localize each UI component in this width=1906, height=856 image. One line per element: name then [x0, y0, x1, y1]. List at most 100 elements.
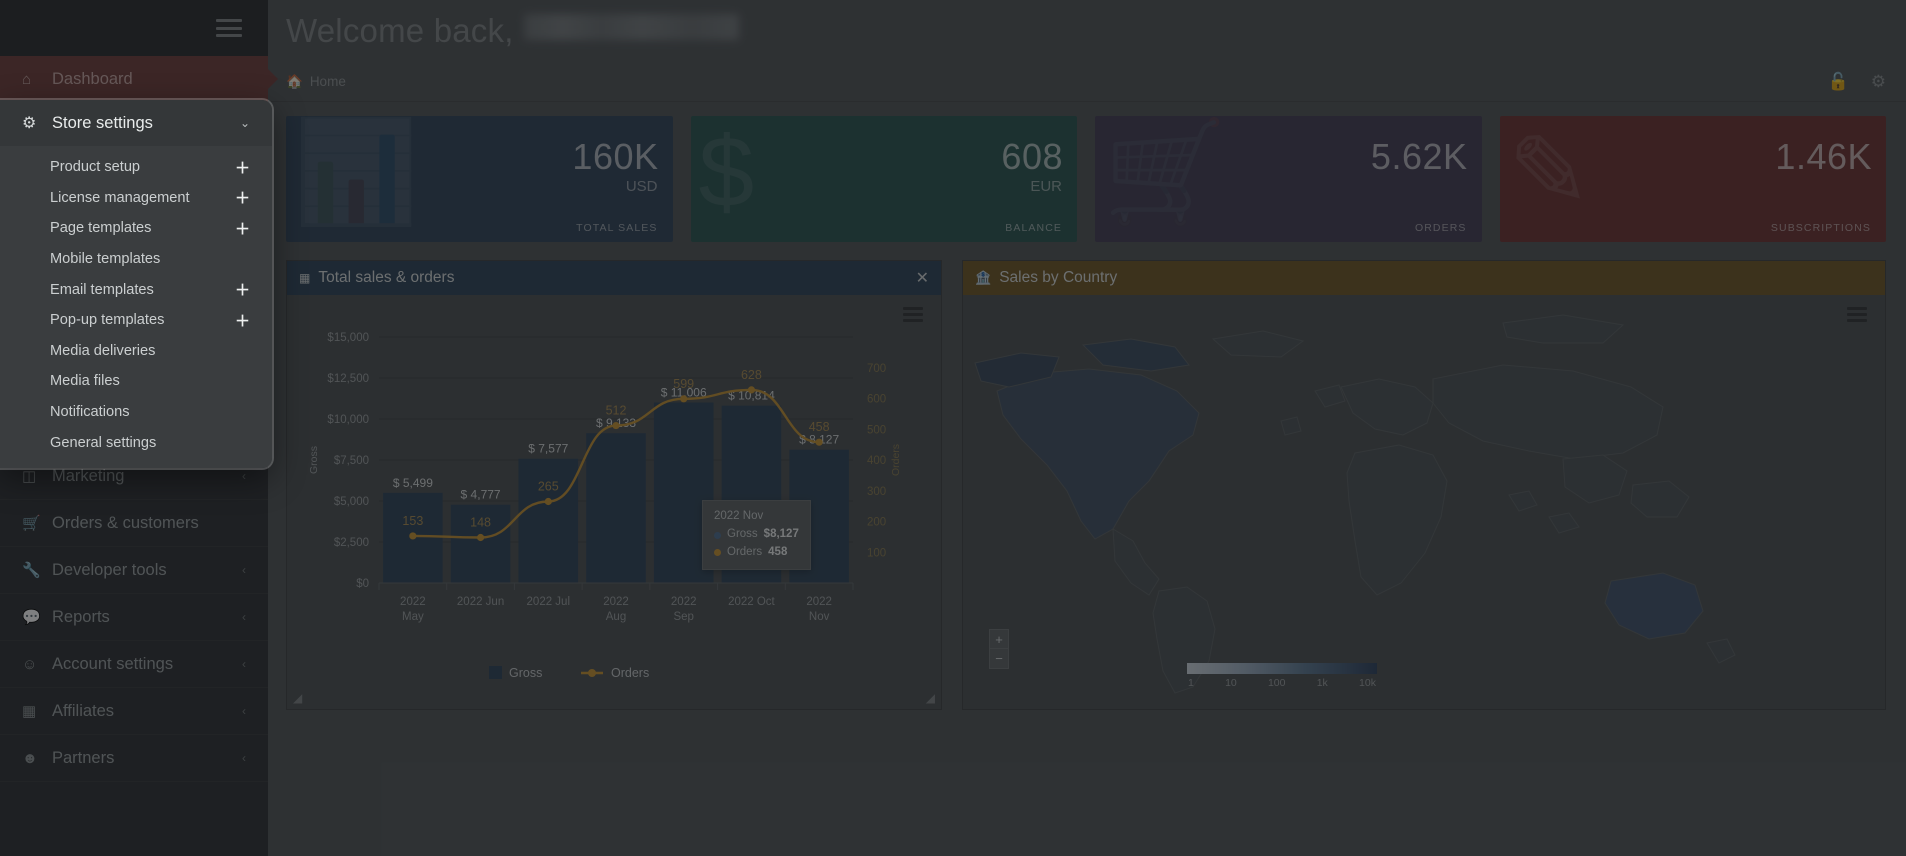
svg-text:Orders: Orders	[611, 666, 649, 680]
home-icon: 🏠	[286, 74, 303, 90]
tooltip-value: $8,127	[764, 526, 799, 543]
svg-text:2022: 2022	[603, 596, 629, 608]
plus-icon[interactable]: ＋	[235, 157, 250, 178]
cart-icon: 🛒	[22, 514, 52, 532]
svg-text:$7,500: $7,500	[334, 455, 369, 467]
sidebar-item-dashboard[interactable]: ⌂ Dashboard	[0, 56, 268, 103]
svg-text:512: 512	[606, 404, 627, 418]
sidebar-item-partners[interactable]: ☻ Partners ‹	[0, 735, 268, 782]
submenu-item-label: Media files	[50, 373, 250, 389]
cart-icon: 🛒	[1103, 122, 1228, 222]
svg-text:2022 Jun: 2022 Jun	[457, 596, 504, 608]
svg-text:2022 Oct: 2022 Oct	[728, 596, 775, 608]
plus-icon[interactable]: ＋	[235, 310, 250, 331]
svg-text:100: 100	[867, 547, 886, 559]
plus-icon[interactable]: ＋	[235, 187, 250, 208]
bank-icon: 🏦	[975, 270, 991, 286]
panel-sales-by-country: 🏦 Sales by Country	[962, 260, 1886, 710]
main-content: Welcome back, 🏠 Home 🔓 ⚙ 📊 160K USD TOTA…	[268, 0, 1906, 856]
submenu-item-label: Page templates	[50, 220, 235, 236]
submenu-item-label: License management	[50, 190, 235, 206]
resize-handle-right[interactable]: ◢	[926, 691, 935, 705]
gear-icon: ⚙	[22, 113, 52, 133]
legend-gradient	[1187, 663, 1377, 674]
breadcrumb-bar: 🏠 Home 🔓 ⚙	[268, 62, 1906, 102]
submenu-list: Product setup＋License management＋Page te…	[0, 146, 272, 468]
sidebar-item-account-settings[interactable]: ☺ Account settings ‹	[0, 641, 268, 688]
legend-ticks: 1 10 100 1k 10k	[1187, 677, 1377, 689]
sidebar-item-orders-customers[interactable]: 🛒 Orders & customers	[0, 500, 268, 547]
legend-tick: 1k	[1317, 677, 1328, 689]
panel-title: Total sales & orders	[318, 269, 907, 287]
panel-body: + − 1 10 100 1k 10k	[963, 295, 1885, 709]
sidebar-item-store-settings[interactable]: ⚙ Store settings ⌄	[0, 100, 272, 146]
sidebar-item-label: Orders & customers	[52, 514, 246, 533]
submenu-item[interactable]: Notifications	[0, 397, 272, 428]
report-icon: 💬	[22, 608, 52, 626]
submenu-item[interactable]: Mobile templates	[0, 244, 272, 275]
tooltip-title: 2022 Nov	[714, 508, 799, 525]
submenu-item[interactable]: Media files	[0, 366, 272, 397]
unlock-icon[interactable]: 🔓	[1828, 72, 1849, 92]
zoom-in-button[interactable]: +	[989, 629, 1009, 649]
chevron-left-icon: ‹	[242, 563, 246, 577]
submenu-item[interactable]: Pop-up templates＋	[0, 305, 272, 336]
svg-text:265: 265	[538, 480, 559, 494]
svg-text:600: 600	[867, 394, 886, 406]
plus-icon[interactable]: ＋	[235, 279, 250, 300]
legend-tick: 10k	[1359, 677, 1376, 689]
submenu-item[interactable]: Page templates＋	[0, 213, 272, 244]
legend-tick: 100	[1268, 677, 1286, 689]
svg-text:Sep: Sep	[673, 611, 693, 623]
hamburger-icon[interactable]	[216, 19, 242, 37]
submenu-item-label: Notifications	[50, 404, 250, 420]
submenu-item[interactable]: License management＋	[0, 183, 272, 214]
user-name-redacted	[524, 14, 739, 40]
stat-card-total-sales[interactable]: 📊 160K USD TOTAL SALES	[286, 116, 673, 242]
submenu-item[interactable]: Email templates＋	[0, 274, 272, 305]
stat-card-orders[interactable]: 🛒 5.62K ORDERS	[1095, 116, 1482, 242]
resize-handle-left[interactable]: ◢	[293, 691, 302, 705]
submenu-item[interactable]: General settings	[0, 427, 272, 458]
stat-card-subscriptions[interactable]: ✎ 1.46K SUBSCRIPTIONS	[1500, 116, 1887, 242]
sidebar-item-reports[interactable]: 💬 Reports ‹	[0, 594, 268, 641]
legend-tick: 10	[1225, 677, 1237, 689]
svg-text:599: 599	[673, 377, 694, 391]
svg-text:$12,500: $12,500	[327, 373, 369, 385]
stat-card-balance[interactable]: $ 608 EUR BALANCE	[691, 116, 1078, 242]
stat-unit: USD	[626, 178, 658, 195]
chevron-left-icon: ‹	[242, 704, 246, 718]
svg-text:$ 4,777: $ 4,777	[461, 488, 501, 502]
submenu-item[interactable]: Media deliveries	[0, 336, 272, 367]
close-icon[interactable]: ✕	[916, 268, 929, 288]
gear-icon[interactable]: ⚙	[1871, 72, 1886, 92]
svg-text:628: 628	[741, 368, 762, 382]
users-icon: ☻	[22, 750, 52, 767]
bar-chart-icon: 📊	[294, 122, 419, 222]
sidebar-item-developer-tools[interactable]: 🔧 Developer tools ‹	[0, 547, 268, 594]
sidebar-item-label: Dashboard	[52, 70, 246, 89]
plus-icon[interactable]: ＋	[235, 218, 250, 239]
svg-text:2022: 2022	[806, 596, 832, 608]
submenu-item-label: Product setup	[50, 159, 235, 175]
stat-cards: 📊 160K USD TOTAL SALES $ 608 EUR BALANCE…	[268, 102, 1906, 242]
submenu-item-label: Mobile templates	[50, 251, 250, 267]
grid-icon: ▦	[22, 702, 52, 720]
submenu-item-label: Email templates	[50, 282, 235, 298]
zoom-out-button[interactable]: −	[989, 649, 1009, 669]
submenu-item[interactable]: Product setup＋	[0, 152, 272, 183]
world-map[interactable]	[963, 295, 1885, 709]
map-zoom-controls: + −	[989, 629, 1009, 669]
svg-text:Aug: Aug	[606, 611, 626, 623]
sidebar-item-affiliates[interactable]: ▦ Affiliates ‹	[0, 688, 268, 735]
sidebar-submenu-store-settings: ⚙ Store settings ⌄ Product setup＋License…	[0, 100, 272, 468]
submenu-item-label: General settings	[50, 435, 250, 451]
chevron-left-icon: ‹	[242, 751, 246, 765]
stat-value: 160K	[572, 136, 658, 178]
page-title: Welcome back,	[268, 0, 1906, 50]
breadcrumb[interactable]: 🏠 Home	[286, 74, 346, 90]
breadcrumb-label: Home	[310, 74, 346, 89]
svg-text:153: 153	[402, 514, 423, 528]
chevron-left-icon: ‹	[242, 657, 246, 671]
chevron-left-icon: ‹	[242, 610, 246, 624]
